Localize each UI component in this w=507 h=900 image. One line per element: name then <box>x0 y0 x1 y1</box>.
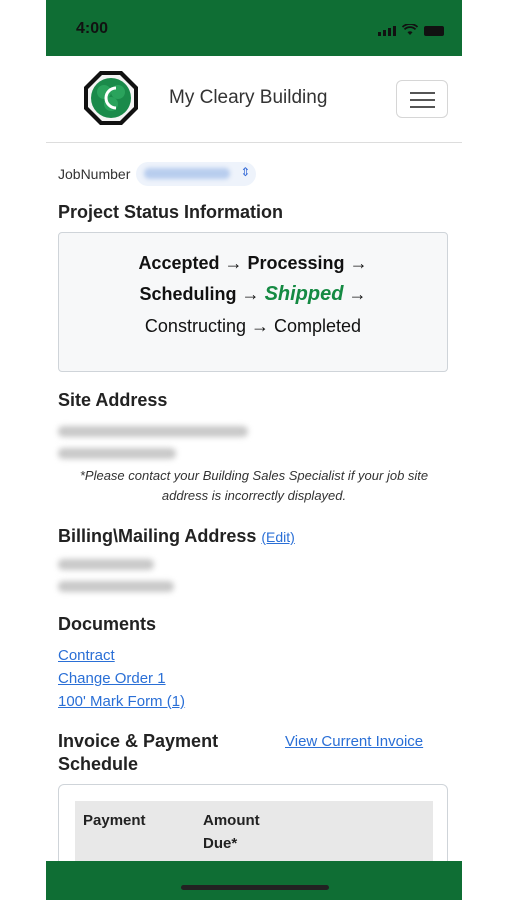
status-line-3: Constructing → Completed <box>59 316 447 337</box>
column-header-payment: Payment <box>83 812 146 829</box>
status-line-2: Scheduling → Shipped → <box>59 283 447 306</box>
site-address-line-2-redacted <box>58 448 176 459</box>
home-indicator[interactable] <box>181 885 329 890</box>
cellular-signal-icon <box>378 26 396 36</box>
chevron-updown-icon: ⇕ <box>240 165 251 179</box>
cleary-logo-icon[interactable] <box>83 70 139 126</box>
status-time: 4:00 <box>76 20 109 37</box>
status-step-accepted: Accepted <box>138 253 220 273</box>
status-line-1: Accepted → Processing → <box>59 253 447 274</box>
site-address-heading: Site Address <box>58 390 168 410</box>
job-number-label: JobNumber <box>58 166 131 182</box>
status-step-constructing: Constructing <box>144 316 246 336</box>
document-link-contract[interactable]: Contract <box>58 647 115 664</box>
billing-address-line-2-redacted <box>58 581 174 592</box>
view-current-invoice-link[interactable]: View Current Invoice <box>285 733 423 750</box>
job-number-select[interactable]: ⇕ <box>136 162 257 186</box>
billing-address-line-1-redacted <box>58 559 154 570</box>
column-header-amount-due: Amount Due* <box>203 812 260 852</box>
status-step-shipped-current: Shipped <box>264 283 344 305</box>
status-step-scheduling: Scheduling <box>139 284 237 304</box>
arrow-right-icon: → <box>348 284 367 304</box>
job-number-row: JobNumber ⇕ <box>58 162 257 186</box>
documents-heading: Documents <box>58 614 157 634</box>
document-link-mark-form[interactable]: 100' Mark Form (1) <box>58 693 185 710</box>
arrow-right-icon: → <box>251 316 269 336</box>
status-icons <box>378 24 444 36</box>
project-status-heading: Project Status Information <box>58 202 284 222</box>
job-number-value-redacted <box>144 168 231 179</box>
status-step-processing: Processing <box>247 253 345 273</box>
document-link-change-order[interactable]: Change Order 1 <box>58 670 166 687</box>
site-address-line-1-redacted <box>58 426 248 437</box>
site-address-note: *Please contact your Building Sales Spec… <box>79 468 429 503</box>
status-bar: 4:00 <box>46 0 462 56</box>
app-title: My Cleary Building <box>169 87 328 108</box>
battery-icon <box>424 26 444 36</box>
menu-toggle-button[interactable] <box>396 80 448 118</box>
edit-billing-link[interactable]: (Edit) <box>261 529 294 545</box>
arrow-right-icon: → <box>224 253 243 273</box>
top-navbar: My Cleary Building <box>46 56 462 143</box>
billing-address-title: Billing\Mailing Address <box>58 526 257 546</box>
arrow-right-icon: → <box>349 253 368 273</box>
project-status-box: Accepted → Processing → Scheduling → Shi… <box>58 232 448 372</box>
status-step-completed: Completed <box>274 316 362 336</box>
invoice-heading: Invoice & Payment Schedule <box>58 731 219 774</box>
arrow-right-icon: → <box>241 284 260 304</box>
billing-address-heading: Billing\Mailing Address (Edit) <box>58 526 295 547</box>
phone-screen: 4:00 My Cleary Building JobNumber ⇕ Proj… <box>46 0 462 900</box>
bottom-bar <box>46 861 462 900</box>
wifi-icon <box>402 24 418 35</box>
